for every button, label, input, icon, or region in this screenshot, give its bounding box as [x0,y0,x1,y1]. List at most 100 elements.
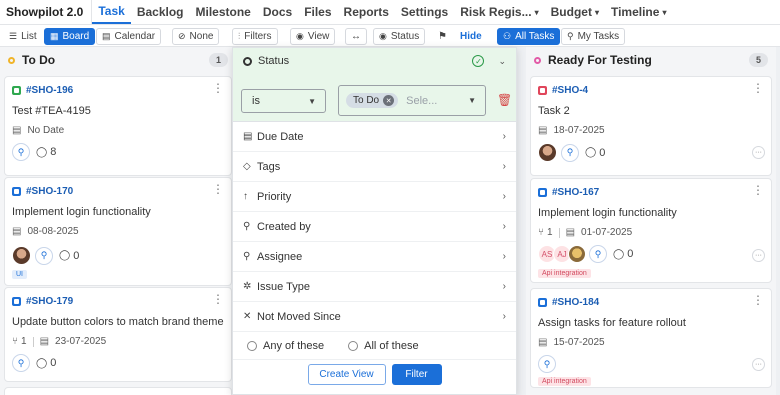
task-card[interactable]: #SHO-184 ⋮ Assign tasks for feature roll… [530,288,772,388]
card-menu-icon[interactable]: ⋮ [212,183,224,195]
calendar-view-button[interactable]: ▤ Calendar [96,28,162,45]
add-assignee-icon[interactable]: ⚲ [12,143,30,161]
tab-budget[interactable]: Budget ▾ [545,0,605,24]
card-menu-icon[interactable]: ⋮ [752,294,764,306]
task-key[interactable]: #SHO-167 [538,187,599,198]
filter-option-due-date[interactable]: ▤ Due Date › [233,122,516,152]
tab-reports[interactable]: Reports [338,0,395,24]
card-menu-icon[interactable]: ⋮ [212,82,224,94]
group-by-button[interactable]: ⊘ None [172,28,220,45]
move-off-icon: ✕ [243,311,252,322]
comment-count[interactable]: ◯ 0 [59,250,79,262]
operator-value: is [252,95,260,107]
status-dot-icon [534,56,541,64]
task-key[interactable]: #SHO-179 [12,296,73,307]
tab-risk-register[interactable]: Risk Regis... ▾ [454,0,544,24]
board-icon: ▦ [50,31,59,41]
all-tasks-button[interactable]: ⚇ All Tasks [497,28,561,45]
create-view-button[interactable]: Create View [307,363,386,385]
tab-settings[interactable]: Settings [395,0,454,24]
more-options-icon[interactable]: ··· [752,358,765,371]
match-all-option[interactable]: All of these [348,340,419,352]
project-name[interactable]: Showpilot 2.0 [0,0,93,24]
hide-button[interactable]: Hide [454,28,488,45]
filter-option-issue-type[interactable]: ✲ Issue Type › [233,272,516,302]
task-card[interactable] [4,387,232,395]
comment-count[interactable]: ◯ 0 [36,357,56,369]
operator-select[interactable]: is ▼ [241,89,326,113]
filter-option-label: Created by [257,220,311,233]
filter-option-label: Assignee [257,250,303,263]
tab-timeline[interactable]: Timeline ▾ [605,0,672,24]
comment-count[interactable]: ◯ 8 [36,146,56,158]
task-key[interactable]: #SHO-184 [538,297,599,308]
avatar[interactable] [568,245,586,263]
task-key[interactable]: #SHO-4 [538,85,588,96]
tag-label: Api integration [538,269,591,278]
comment-count[interactable]: ◯ 0 [585,147,605,159]
list-view-button[interactable]: ☰ List [3,28,43,45]
all-tasks-label: All Tasks [515,31,555,42]
value-select[interactable]: To Do ✕ Sele... ▼ [338,85,486,116]
view-options-button[interactable]: ◉ View [290,28,336,45]
apply-filter-button[interactable]: Filter [391,363,442,385]
add-assignee-icon[interactable]: ⚲ [561,143,579,162]
calendar-icon: ▤ [565,227,576,238]
user-icon: ⚲ [243,251,251,262]
task-meta: ▤ No Date [12,125,64,136]
add-assignee-icon[interactable]: ⚲ [12,354,30,372]
my-tasks-button[interactable]: ⚲ My Tasks [561,28,626,45]
tab-docs[interactable]: Docs [257,0,298,24]
flag-button[interactable]: ⚑ [432,28,453,45]
avatar[interactable] [538,143,557,162]
card-footer: ⚲ ◯ 0 [12,354,56,372]
match-any-option[interactable]: Any of these [247,340,324,352]
task-card[interactable]: #SHO-179 ⋮ Update button colors to match… [4,287,232,382]
filters-button[interactable]: ⫶ Filters [232,28,278,45]
filter-option-not-moved-since[interactable]: ✕ Not Moved Since › [233,302,516,332]
tab-backlog[interactable]: Backlog [131,0,190,24]
tab-task[interactable]: Task [92,0,131,24]
card-menu-icon[interactable]: ⋮ [752,82,764,94]
tab-budget-label: Budget [550,5,592,19]
filter-status-header[interactable]: Status ✓ ⌄ [233,48,516,74]
card-menu-icon[interactable]: ⋮ [212,293,224,305]
value-placeholder: Sele... [406,94,438,107]
filter-option-created-by[interactable]: ⚲ Created by › [233,212,516,242]
task-card[interactable]: #SHO-167 ⋮ Implement login functionality… [530,178,772,283]
add-assignee-icon[interactable]: ⚲ [538,355,556,373]
task-type-icon [12,297,21,306]
tab-milestone[interactable]: Milestone [190,0,257,24]
trash-icon[interactable]: 🗑 [497,93,512,107]
more-options-icon[interactable]: ··· [752,146,765,159]
comment-count[interactable]: ◯ 0 [613,248,633,260]
task-card[interactable]: #SHO-196 ⋮ Test #TEA-4195 ▤ No Date ⚲ ◯ 8 [4,76,232,176]
filter-option-label: Tags [257,160,281,173]
task-card[interactable]: #SHO-4 ⋮ Task 2 ▤ 18-07-2025 ⚲ ◯ 0 ··· [530,76,772,176]
avatar[interactable] [12,246,31,265]
task-meta: ▤ 08-08-2025 [12,226,79,237]
card-menu-icon[interactable]: ⋮ [752,184,764,196]
more-options-icon[interactable]: ··· [752,249,765,262]
expand-columns-button[interactable]: ↔ [345,28,367,45]
filter-condition-row: is ▼ To Do ✕ Sele... ▼ 🗑 [233,74,516,122]
close-icon[interactable]: ✕ [383,95,395,106]
chevron-right-icon: › [502,311,506,322]
task-key[interactable]: #SHO-196 [12,85,73,96]
chevron-down-icon[interactable]: ⌄ [498,56,506,67]
chevron-down-icon: ▾ [594,7,599,17]
filter-option-assignee[interactable]: ⚲ Assignee › [233,242,516,272]
add-assignee-icon[interactable]: ⚲ [589,245,607,263]
radio-selected-icon [243,56,252,66]
filter-option-priority[interactable]: ↑ Priority › [233,182,516,212]
column-title: To Do [22,53,56,67]
tab-files[interactable]: Files [298,0,337,24]
top-nav: Showpilot 2.0 Task Backlog Milestone Doc… [0,0,780,25]
story-type-icon [12,86,21,95]
task-card[interactable]: #SHO-170 ⋮ Implement login functionality… [4,177,232,286]
status-button[interactable]: ◉ Status [373,28,426,45]
add-assignee-icon[interactable]: ⚲ [35,246,53,265]
filter-option-tags[interactable]: ◇ Tags › [233,152,516,182]
task-key[interactable]: #SHO-170 [12,186,73,197]
board-view-button[interactable]: ▦ Board [44,28,96,45]
